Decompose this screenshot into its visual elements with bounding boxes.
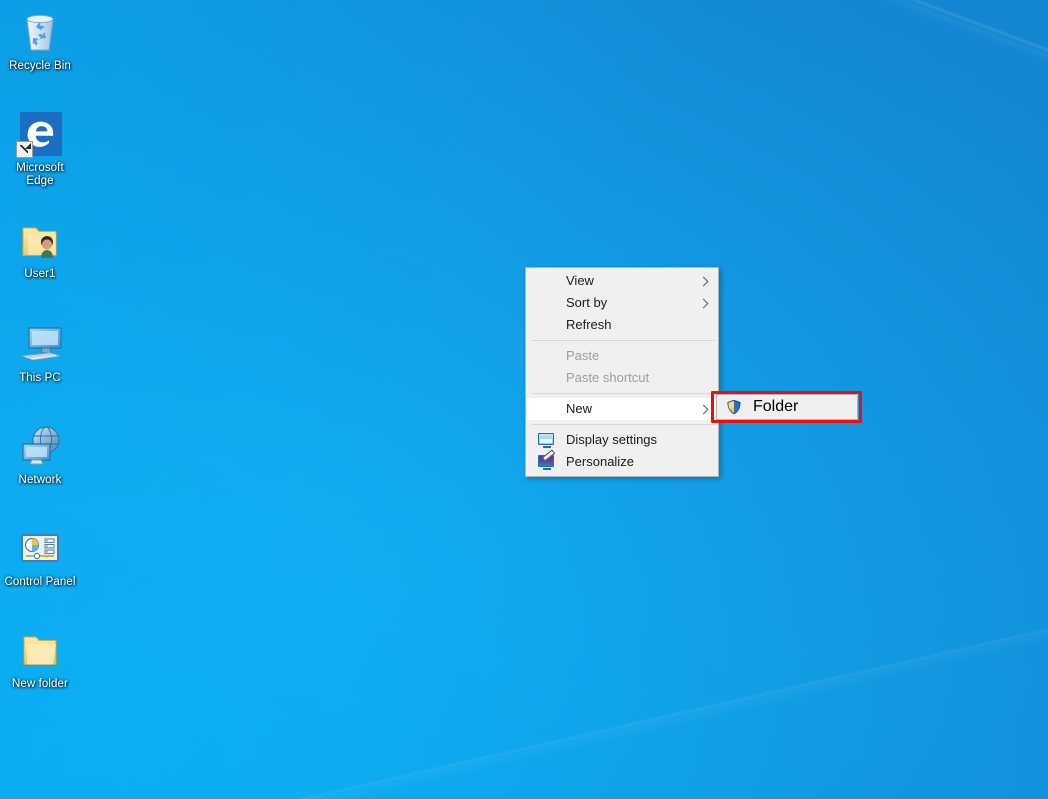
menu-item-label: Display settings xyxy=(566,432,658,447)
desktop-icon-label: New folder xyxy=(12,678,68,690)
shield-folder-icon xyxy=(726,399,742,415)
desktop-icon-control-panel[interactable]: Control Panel xyxy=(2,524,78,589)
chevron-right-icon xyxy=(698,404,709,415)
desktop-icon-recycle-bin[interactable]: Recycle Bin xyxy=(2,8,78,73)
folder-icon xyxy=(16,626,64,674)
desktop-icon-user1[interactable]: User1 xyxy=(2,216,78,281)
network-icon xyxy=(16,422,64,470)
context-menu-item-display-settings[interactable]: Display settings xyxy=(526,429,718,451)
menu-item-label: View xyxy=(566,273,594,288)
personalize-icon xyxy=(538,455,554,470)
context-menu-item-paste: Paste xyxy=(526,345,718,367)
menu-item-label: Personalize xyxy=(566,454,634,469)
context-menu-item-personalize[interactable]: Personalize xyxy=(526,451,718,473)
desktop-icon-label: Recycle Bin xyxy=(9,60,71,72)
chevron-right-icon xyxy=(698,298,709,309)
desktop-context-menu[interactable]: View Sort by Refresh Paste Paste shortcu… xyxy=(525,267,719,477)
menu-item-label: Paste shortcut xyxy=(566,370,650,385)
submenu-item-folder[interactable]: Folder xyxy=(717,395,857,419)
control-panel-icon xyxy=(16,524,64,572)
desktop-icon-this-pc[interactable]: This PC xyxy=(2,320,78,385)
menu-item-label: New xyxy=(566,401,593,416)
menu-separator xyxy=(532,424,715,425)
submenu-item-label: Folder xyxy=(753,398,799,415)
context-menu-item-view[interactable]: View xyxy=(526,270,718,292)
desktop-icon-label: This PC xyxy=(19,372,61,384)
desktop-icon-microsoft-edge[interactable]: Microsoft Edge xyxy=(2,110,78,188)
shortcut-overlay-icon xyxy=(16,141,33,158)
desktop-icon-label: Network xyxy=(18,474,62,486)
menu-item-label: Paste xyxy=(566,348,600,363)
wallpaper-vignette xyxy=(0,0,1048,799)
menu-item-label: Refresh xyxy=(566,317,612,332)
menu-separator xyxy=(532,393,715,394)
desktop-icon-label: User1 xyxy=(24,268,56,280)
menu-separator xyxy=(532,340,715,341)
desktop-icon-label: Microsoft Edge xyxy=(16,162,64,187)
context-menu-item-refresh[interactable]: Refresh xyxy=(526,314,718,336)
context-menu-item-sort-by[interactable]: Sort by xyxy=(526,292,718,314)
desktop[interactable]: Recycle Bin Microsoft Edge User1 This PC… xyxy=(0,0,1048,799)
desktop-icon-label: Control Panel xyxy=(4,576,76,588)
context-menu-item-new[interactable]: New xyxy=(526,398,718,420)
user-folder-icon xyxy=(16,216,64,264)
recycle-bin-icon xyxy=(16,8,64,56)
display-settings-icon xyxy=(538,433,554,448)
desktop-icon-network[interactable]: Network xyxy=(2,422,78,487)
chevron-right-icon xyxy=(698,276,709,287)
this-pc-icon xyxy=(16,320,64,368)
new-submenu[interactable]: Folder xyxy=(716,394,858,420)
context-menu-item-paste-shortcut: Paste shortcut xyxy=(526,367,718,389)
menu-item-label: Sort by xyxy=(566,295,608,310)
desktop-icon-new-folder[interactable]: New folder xyxy=(2,626,78,691)
edge-icon xyxy=(16,110,64,158)
